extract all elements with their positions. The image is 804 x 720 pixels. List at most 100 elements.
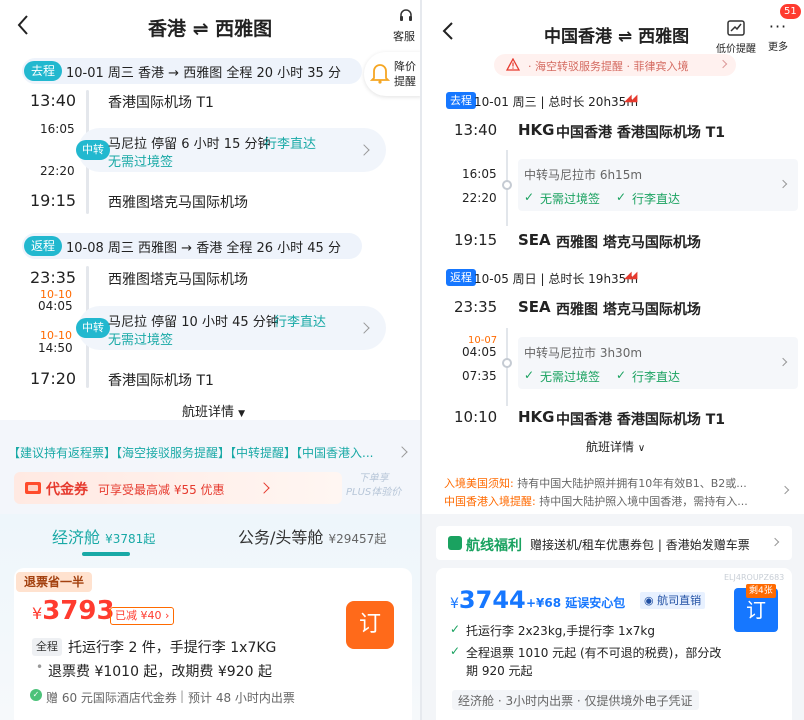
outbound-transfer-text: 中转马尼拉市 6h15m xyxy=(524,168,643,182)
fare-footer: 经济舱 · 3小时内出票 · 仅提供境外电子凭证 xyxy=(452,690,699,710)
airline-direct-badge: ◉ 航司直销 xyxy=(640,592,706,609)
page-title: 香港 ⇌ 西雅图 xyxy=(148,18,273,40)
chevron-right-icon xyxy=(258,482,270,494)
chevron-right-icon xyxy=(780,485,790,495)
headset-icon xyxy=(400,9,412,21)
fare-ticket-time: 预计 48 小时内出票 xyxy=(188,691,295,705)
tab-economy[interactable]: 经济舱 ¥3781起 xyxy=(52,524,155,548)
back-button[interactable] xyxy=(16,14,36,36)
coupon-banner[interactable]: 代金券 可享受最高减 ¥55 优惠 xyxy=(14,472,342,504)
tab-business-name: 公务/头等舱 xyxy=(238,528,324,547)
inbound-dep-airport: 西雅图 塔克马国际机场 xyxy=(556,302,701,318)
inbound-transfer-card[interactable]: 中转 马尼拉 停留 10 小时 45 分钟 行李直达 无需过境签 xyxy=(76,306,386,350)
inbound-transfer-info: 马尼拉 停留 10 小时 45 分钟 xyxy=(108,315,279,330)
fare-currency: ¥ xyxy=(32,604,43,623)
us-entry-label: 入境美国须知: xyxy=(444,477,514,490)
flight-details-label: 航班详情 xyxy=(182,405,235,420)
outbound-transfer-dep: 22:20 xyxy=(462,191,497,205)
notification-badge: 51 xyxy=(780,4,801,19)
separator: | xyxy=(180,689,185,703)
fare-gift: 赠 60 元国际酒店代金券 xyxy=(46,691,177,705)
back-button[interactable] xyxy=(442,22,460,42)
shield-icon: ◉ xyxy=(644,594,654,607)
outbound-transfer-card[interactable]: 中转 马尼拉 停留 6 小时 15 分钟 行李直达 无需过境签 xyxy=(76,128,386,172)
check-icon: ✓ xyxy=(616,190,627,204)
book-button[interactable]: 订 xyxy=(346,601,394,649)
flight-details-label: 航班详情 xyxy=(586,440,635,454)
fare-price: ¥3744 xyxy=(450,586,526,614)
tab-economy-name: 经济舱 xyxy=(52,528,101,547)
inbound-transfer-badge: 中转 xyxy=(76,318,110,338)
outbound-baggage-through: 行李直达 xyxy=(632,192,681,206)
customer-service-label: 客服 xyxy=(393,30,415,43)
fare-code: ELJ4ROUPZ683 xyxy=(724,573,785,582)
chevron-right-icon xyxy=(778,179,788,189)
fare-refund-line1: 全程退票 1010 元起 (有不可退的税费)，部分改 xyxy=(466,646,722,660)
remaining-seats-badge: 剩4张 xyxy=(746,584,776,598)
outbound-transfer-badge: 中转 xyxy=(76,140,110,160)
check-icon: ✓ xyxy=(450,644,461,658)
coupon-label: 代金券 xyxy=(46,482,88,498)
chevron-right-icon xyxy=(358,322,370,334)
flight-details-link[interactable]: 航班详情 ∨ xyxy=(586,438,645,455)
more-button[interactable]: ··· 更多 xyxy=(766,17,790,54)
refund-tag: 退票省一半 xyxy=(16,572,93,592)
price-alert-line2: 提醒 xyxy=(394,75,416,88)
outbound-transfer-arr: 16:05 xyxy=(462,167,497,181)
chevron-left-icon xyxy=(17,15,28,35)
inbound-dep-airport: 西雅图塔克马国际机场 xyxy=(108,272,248,288)
chevron-right-icon xyxy=(358,144,370,156)
warning-bar[interactable]: · 海空转驳服务提醒 · 菲律宾入境 xyxy=(494,54,736,76)
us-entry-note: 入境美国须知: 持有中国大陆护照并拥有10年有效B1、B2或... xyxy=(444,475,780,491)
fare-addon[interactable]: +¥68 延误安心包 xyxy=(526,594,625,611)
outbound-arr-time: 19:15 xyxy=(454,231,498,249)
price-alert-line1: 降价 xyxy=(394,60,416,73)
inbound-no-visa: 无需过境签 xyxy=(540,370,601,384)
inbound-arr-time: 10:10 xyxy=(454,408,498,426)
outbound-arr-code: SEA xyxy=(518,231,551,249)
outbound-transfer-card[interactable]: 中转马尼拉市 6h15m ✓ 无需过境签 ✓ 行李直达 xyxy=(518,159,798,211)
inbound-summary: 10-05 周日 | 总时长 19h35m xyxy=(474,272,639,286)
outbound-tag: 去程 xyxy=(446,92,476,109)
notice-bar[interactable]: 【建议持有返程票】【海空接驳服务提醒】【中转提醒】【中国香港入... xyxy=(0,436,422,464)
inbound-tag: 返程 xyxy=(446,269,476,286)
chevron-right-icon xyxy=(396,446,408,458)
left-screen: 香港 ⇌ 西雅图 客服 降价 提醒 去程 10-01 周三 香港 → 西雅图 全… xyxy=(0,0,422,720)
plus-promo-line1: 下单享 xyxy=(358,473,389,484)
outbound-summary: 10-01 周三 香港 → 西雅图 全程 20 小时 35 分 xyxy=(66,66,341,81)
outbound-tag: 去程 xyxy=(24,61,63,81)
price-alert-button[interactable]: 降价 提醒 xyxy=(364,52,422,96)
tab-business[interactable]: 公务/头等舱 ¥29457起 xyxy=(238,524,386,548)
fare-refund: 退票费 ¥1010 起，改期费 ¥920 起 xyxy=(48,664,272,680)
outbound-dep-code: HKG xyxy=(518,121,555,139)
inbound-transfer-arr: 04:05 xyxy=(38,299,73,313)
notice-text: 【建议持有返程票】【海空接驳服务提醒】【中转提醒】【中国香港入... xyxy=(8,446,374,460)
route-benefit-bar[interactable]: 航线福利 赠接送机/租车优惠券包 | 香港始发赠车票 xyxy=(436,526,792,560)
inbound-arr-airport: 中国香港 香港国际机场 T1 xyxy=(556,412,726,428)
inbound-transfer-dep: 14:50 xyxy=(38,341,73,355)
outbound-dep-airport: 中国香港 香港国际机场 T1 xyxy=(556,125,726,141)
entry-notes[interactable]: 入境美国须知: 持有中国大陆护照并拥有10年有效B1、B2或... 中国香港入境… xyxy=(422,468,804,512)
customer-service-button[interactable]: 客服 xyxy=(393,8,418,44)
inbound-arr-time: 17:20 xyxy=(30,369,77,388)
outbound-no-visa: 无需过境签 xyxy=(540,192,601,206)
outbound-no-visa: 无需过境签 xyxy=(108,155,174,170)
inbound-tag: 返程 xyxy=(24,236,63,256)
airline-logo-icon: ◢◢ xyxy=(624,93,637,104)
tab-economy-price: ¥3781起 xyxy=(105,532,156,546)
fare-baggage: 托运行李 2 件，手提行李 1x7KG xyxy=(68,640,277,656)
inbound-no-visa: 无需过境签 xyxy=(108,333,174,348)
reduced-badge[interactable]: 已减 ¥40 › xyxy=(110,607,175,625)
low-price-alert-button[interactable]: 低价提醒 xyxy=(714,20,758,55)
outbound-arr-airport: 西雅图塔克马国际机场 xyxy=(108,195,248,211)
inbound-transfer-card[interactable]: 中转马尼拉市 3h30m ✓ 无需过境签 ✓ 行李直达 xyxy=(518,337,798,389)
inbound-transfer-text: 中转马尼拉市 3h30m xyxy=(524,346,643,360)
outbound-arr-time: 19:15 xyxy=(30,191,77,210)
flight-details-link[interactable]: 航班详情 ▼ xyxy=(182,401,245,420)
inbound-dep-code: SEA xyxy=(518,298,551,316)
gift-icon xyxy=(448,536,462,550)
airline-direct-label: 航司直销 xyxy=(657,594,702,607)
right-screen: 中国香港 ⇌ 西雅图 低价提醒 ··· 更多 51 · 海空转驳服务提醒 · 菲… xyxy=(422,0,804,720)
more-dots-icon: ··· xyxy=(768,17,788,36)
dot-icon: • xyxy=(36,660,44,674)
